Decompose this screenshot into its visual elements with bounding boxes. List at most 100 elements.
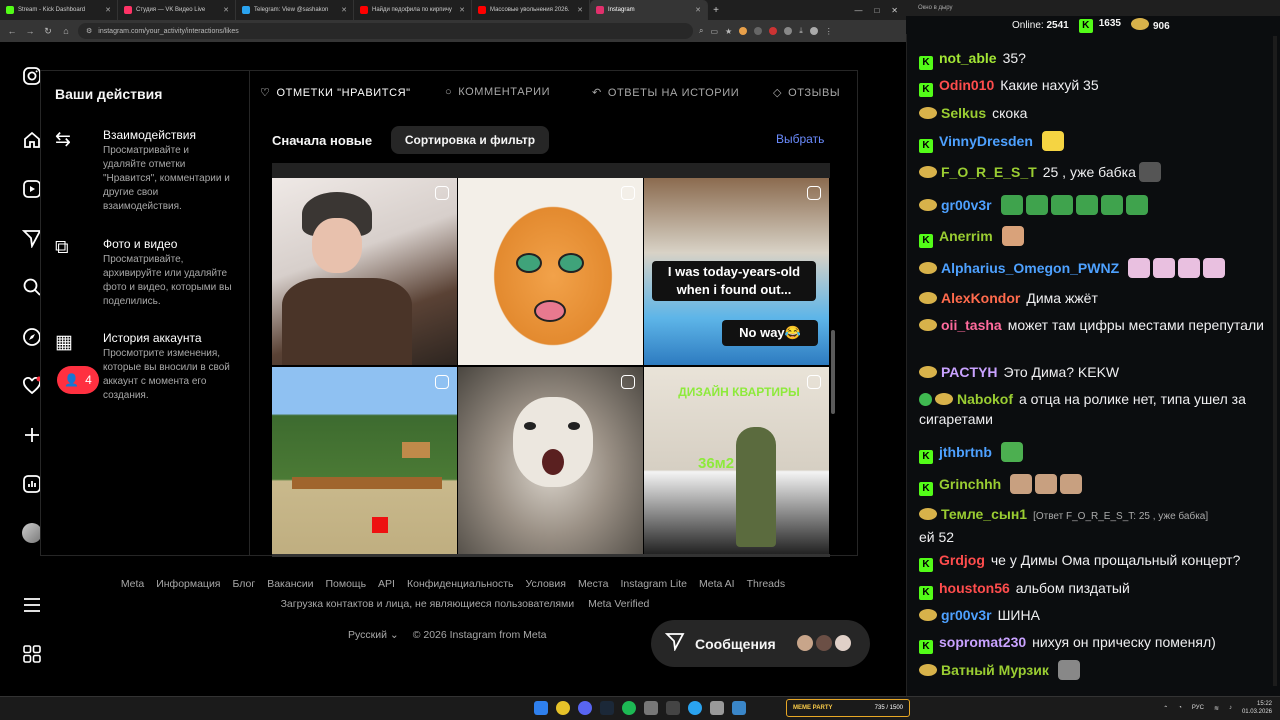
select-button[interactable]: Выбрать (776, 132, 824, 146)
footer-link[interactable]: Загрузка контактов и лица, не являющиеся… (281, 598, 575, 610)
extension-icon[interactable] (769, 27, 778, 35)
start-icon[interactable] (534, 701, 548, 715)
reload-icon[interactable]: ↻ (42, 26, 54, 37)
footer-link[interactable]: Места (578, 578, 609, 590)
new-tab-icon[interactable]: + (708, 5, 724, 16)
chat-username[interactable]: Grdjog (939, 552, 985, 568)
sort-filter-button[interactable]: Сортировка и фильтр (391, 126, 549, 154)
cast-icon[interactable]: ▭ (710, 27, 718, 36)
forward-icon[interactable]: → (24, 26, 36, 36)
messages-button[interactable]: Сообщения (651, 620, 870, 667)
chat-username[interactable]: gr00v3r (941, 607, 992, 623)
chat-username[interactable]: VinnyDresden (939, 133, 1033, 149)
download-icon[interactable]: ⤓ (799, 26, 803, 36)
footer-link[interactable]: Конфиденциальность (407, 578, 514, 590)
close-tab-icon[interactable]: ✕ (341, 6, 347, 14)
chat-username[interactable]: Alpharius_Omegon_PWNZ (941, 260, 1119, 276)
liked-post-thumbnail[interactable] (458, 178, 643, 365)
chat-scrollbar[interactable] (1273, 36, 1277, 686)
close-icon[interactable]: ✕ (891, 6, 898, 15)
footer-link[interactable]: Threads (747, 578, 786, 590)
steam-icon[interactable] (600, 701, 614, 715)
network-icon[interactable]: ◔ (1178, 705, 1182, 711)
chat-username[interactable]: houston56 (939, 580, 1010, 596)
close-tab-icon[interactable]: ✕ (577, 6, 583, 14)
chat-username[interactable]: Nabokof (957, 391, 1013, 407)
browser-tab[interactable]: Массовые увольнения 2026. ✕ (472, 0, 590, 20)
tab-reviews[interactable]: ◇ ОТЗЫВЫ (773, 86, 840, 100)
chat-username[interactable]: gr00v3r (941, 197, 992, 213)
also-from-meta-icon[interactable] (20, 642, 44, 666)
telegram-icon[interactable] (688, 701, 702, 715)
back-icon[interactable]: ← (6, 26, 18, 36)
liked-post-thumbnail[interactable]: ДИЗАЙН КВАРТИРЫ 36м2 (644, 367, 829, 554)
liked-post-thumbnail[interactable] (272, 178, 457, 365)
menu-icon[interactable]: ⋮ (825, 27, 833, 36)
extension-icon[interactable] (784, 27, 793, 35)
bookmark-star-icon[interactable]: ★ (725, 27, 732, 36)
close-tab-icon[interactable]: ✕ (695, 6, 701, 14)
footer-link[interactable]: Помощь (325, 578, 366, 590)
chat-username[interactable]: F_O_R_E_S_T (941, 164, 1037, 180)
footer-link[interactable]: Информация (156, 578, 220, 590)
close-tab-icon[interactable]: ✕ (105, 6, 111, 14)
language-select[interactable]: Русский ⌄ (348, 629, 399, 641)
clock[interactable]: 15:22 01.03.2026 (1242, 700, 1272, 716)
section-interactions[interactable]: ⇆ Взаимодействия Просматривайте и удаляй… (55, 128, 235, 218)
minimize-icon[interactable]: — (854, 6, 862, 15)
url-field[interactable]: ⚙ instagram.com/your_activity/interactio… (78, 23, 693, 39)
chat-username[interactable]: Ватный Мурзик (941, 662, 1049, 678)
footer-link[interactable]: Условия (526, 578, 566, 590)
chat-username[interactable]: not_able (939, 50, 997, 66)
browser-tab[interactable]: Студия — VK Видео Live ✕ (118, 0, 236, 20)
chat-username[interactable]: Anerrim (939, 228, 993, 244)
grid-scrollbar[interactable] (831, 330, 835, 414)
chat-username[interactable]: Темле_сын1 (941, 506, 1027, 522)
chat-username[interactable]: sopromat230 (939, 634, 1026, 650)
extension-icon[interactable] (739, 27, 748, 35)
liked-post-thumbnail[interactable] (458, 367, 643, 554)
volume-icon[interactable]: ♪ (1229, 705, 1232, 711)
spotify-icon[interactable] (622, 701, 636, 715)
browser-tab[interactable]: Instagram ✕ (590, 0, 708, 20)
app-icon[interactable] (732, 701, 746, 715)
liked-post-thumbnail[interactable]: I was today-years-old when i found out..… (644, 178, 829, 365)
chat-username[interactable]: oii_tasha (941, 317, 1002, 333)
notification-badge[interactable]: 👤 4 (57, 366, 99, 394)
footer-link[interactable]: Meta AI (699, 578, 735, 590)
site-info-icon[interactable]: ⚙ (86, 27, 92, 35)
wifi-icon[interactable]: ≋ (1214, 705, 1219, 712)
footer-link[interactable]: API (378, 578, 395, 590)
chrome-icon[interactable] (556, 701, 570, 715)
close-tab-icon[interactable]: ✕ (459, 6, 465, 14)
section-photos-videos[interactable]: ⧉ Фото и видео Просматривайте, архивируй… (55, 237, 235, 317)
maximize-icon[interactable]: □ (874, 6, 879, 15)
chat-username[interactable]: Odin010 (939, 77, 994, 93)
tab-likes[interactable]: ♡ ОТМЕТКИ "НРАВИТСЯ" (260, 86, 411, 100)
chevron-up-icon[interactable]: ⌃ (1163, 705, 1168, 712)
footer-link[interactable]: Instagram Lite (620, 578, 687, 590)
browser-tab[interactable]: Stream - Kick Dashboard ✕ (0, 0, 118, 20)
home-icon[interactable]: ⌂ (60, 26, 72, 36)
chat-username[interactable]: AlexKondor (941, 290, 1020, 306)
profile-icon[interactable] (809, 27, 818, 35)
footer-link[interactable]: Meta (121, 578, 144, 590)
keyboard-language[interactable]: РУС (1192, 705, 1204, 711)
chat-username[interactable]: jthbrtnb (939, 444, 992, 460)
app-icon[interactable] (710, 701, 724, 715)
obs-icon[interactable] (666, 701, 680, 715)
discord-icon[interactable] (578, 701, 592, 715)
close-tab-icon[interactable]: ✕ (223, 6, 229, 14)
chat-username[interactable]: PACTYH (941, 364, 998, 380)
chat-username[interactable]: Grinchhh (939, 476, 1001, 492)
footer-link[interactable]: Блог (233, 578, 256, 590)
app-icon[interactable] (644, 701, 658, 715)
chat-username[interactable]: Selkus (941, 105, 986, 121)
liked-post-thumbnail[interactable] (272, 367, 457, 554)
browser-tab[interactable]: Найди педофила по кирпичу ✕ (354, 0, 472, 20)
tab-story-replies[interactable]: ↶ ОТВЕТЫ НА ИСТОРИИ (592, 86, 739, 100)
extension-icon[interactable] (754, 27, 763, 35)
meme-party-widget[interactable]: MEME PARTY 735 / 1500 (786, 699, 910, 717)
footer-link[interactable]: Вакансии (267, 578, 313, 590)
footer-link[interactable]: Meta Verified (588, 598, 649, 610)
